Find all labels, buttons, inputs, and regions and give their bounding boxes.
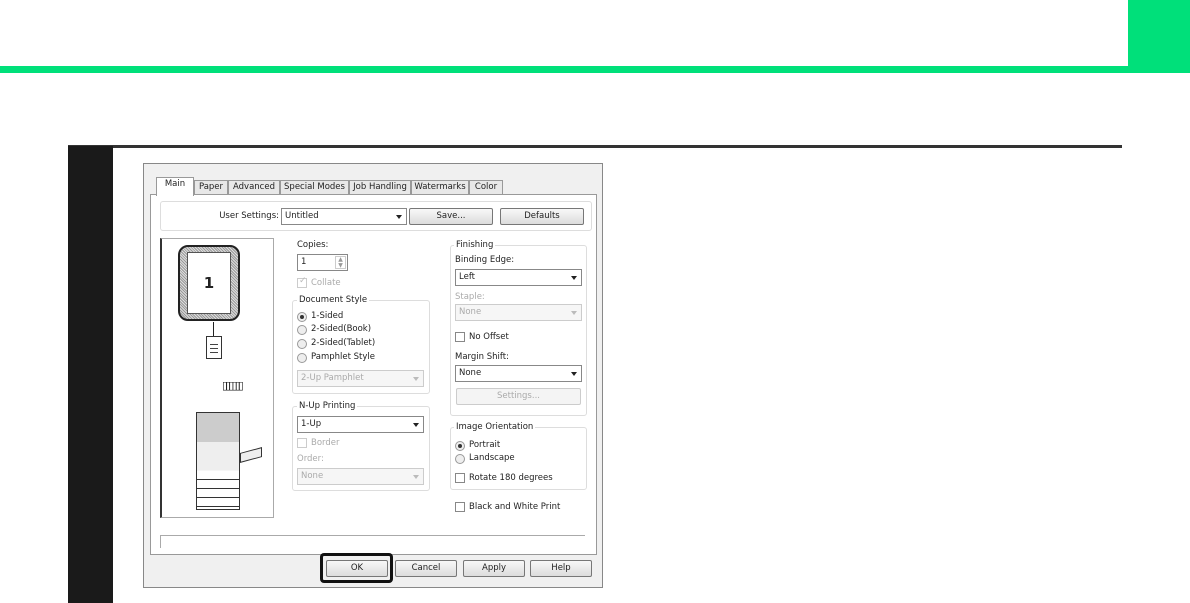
document-icon (206, 336, 222, 359)
option-label: 1-Sided (311, 311, 344, 321)
chevron-down-icon (571, 372, 577, 376)
preview-pane: 1 ▯▯▯ ▯▯▯ (160, 238, 274, 518)
orientation-title: Image Orientation (454, 422, 536, 432)
page-preview-icon: 1 (178, 245, 240, 321)
tab-job-handling[interactable]: Job Handling (349, 180, 411, 195)
border-label: Border (311, 438, 340, 448)
connector-line (213, 322, 214, 336)
printer-icon (196, 412, 240, 510)
landscape-label: Landscape (469, 453, 515, 463)
binding-edge-value: Left (459, 272, 475, 282)
radio-1-sided[interactable] (297, 312, 307, 322)
staple-select[interactable]: None (455, 304, 582, 321)
bypass-tray-icon (240, 447, 262, 463)
radio-pamphlet-style[interactable] (297, 353, 307, 363)
option-label: 2-Sided(Book) (311, 324, 372, 334)
staple-label: Staple: (455, 292, 485, 302)
nup-title: N-Up Printing (297, 401, 358, 411)
nup-select[interactable]: 1-Up (297, 416, 424, 433)
tab-main[interactable]: Main (156, 177, 194, 196)
margin-shift-select[interactable]: None (455, 365, 582, 382)
save-button[interactable]: Save... (409, 208, 493, 225)
no-offset-checkbox[interactable] (455, 332, 465, 342)
option-label: 2-Sided(Tablet) (311, 338, 376, 348)
tab-watermarks[interactable]: Watermarks (411, 180, 469, 195)
help-button[interactable]: Help (530, 560, 592, 577)
chevron-down-icon (413, 475, 419, 479)
copies-stepper[interactable]: 1 ▲ ▼ (297, 254, 348, 271)
user-settings-label: User Settings: (219, 211, 279, 221)
section-marker (1128, 0, 1190, 66)
status-bar (160, 535, 585, 548)
order-value: None (301, 471, 324, 481)
tab-color[interactable]: Color (469, 180, 503, 195)
radio-portrait[interactable] (455, 441, 465, 451)
chevron-down-icon (413, 377, 419, 381)
tab-advanced[interactable]: Advanced (228, 180, 280, 195)
chevron-down-icon (571, 311, 577, 315)
nup-value: 1-Up (301, 419, 322, 429)
option-label: Pamphlet Style (311, 352, 375, 362)
pamphlet-select[interactable]: 2-Up Pamphlet (297, 370, 424, 387)
bw-print-checkbox[interactable] (455, 502, 465, 512)
binding-edge-label: Binding Edge: (455, 255, 515, 265)
collate-label: Collate (311, 278, 341, 288)
pamphlet-value: 2-Up Pamphlet (301, 373, 364, 383)
order-label: Order: (297, 454, 324, 464)
step-rule (68, 145, 1122, 148)
tab-special-modes[interactable]: Special Modes (280, 180, 349, 195)
no-offset-label: No Offset (469, 332, 509, 342)
portrait-label: Portrait (469, 440, 501, 450)
user-settings-value: Untitled (285, 211, 319, 221)
binding-edge-select[interactable]: Left (455, 269, 582, 286)
step-bar (68, 146, 113, 603)
bw-print-label: Black and White Print (469, 502, 561, 512)
margin-shift-label: Margin Shift: (455, 352, 509, 362)
cancel-button[interactable]: Cancel (395, 560, 457, 577)
radio-2-sided-tablet[interactable] (297, 339, 307, 349)
header-rule (0, 66, 1190, 73)
chevron-down-icon (396, 215, 402, 219)
staple-value: None (459, 307, 482, 317)
user-settings-select[interactable]: Untitled (281, 208, 407, 225)
rotate-180-checkbox[interactable] (455, 473, 465, 483)
margin-shift-value: None (459, 368, 482, 378)
defaults-button[interactable]: Defaults (500, 208, 584, 225)
settings-button[interactable]: Settings... (456, 388, 581, 405)
document-style-title: Document Style (297, 295, 370, 305)
collate-checkbox[interactable]: ✓ (297, 276, 307, 288)
rotate-180-label: Rotate 180 degrees (469, 473, 553, 483)
collate-stack-icon: ▯▯▯ ▯▯▯ (222, 379, 244, 392)
copies-label: Copies: (297, 240, 329, 250)
radio-landscape[interactable] (455, 454, 465, 464)
page-number: 1 (187, 252, 231, 314)
border-checkbox[interactable] (297, 438, 307, 448)
chevron-down-icon (413, 423, 419, 427)
tab-paper[interactable]: Paper (194, 180, 228, 195)
chevron-down-icon (571, 276, 577, 280)
copies-value: 1 (301, 257, 307, 267)
ok-button[interactable]: OK (326, 560, 388, 577)
apply-button[interactable]: Apply (463, 560, 525, 577)
radio-2-sided-book[interactable] (297, 325, 307, 335)
finishing-title: Finishing (454, 240, 496, 250)
order-select[interactable]: None (297, 468, 424, 485)
spin-arrows-icon[interactable]: ▲ ▼ (335, 256, 346, 269)
